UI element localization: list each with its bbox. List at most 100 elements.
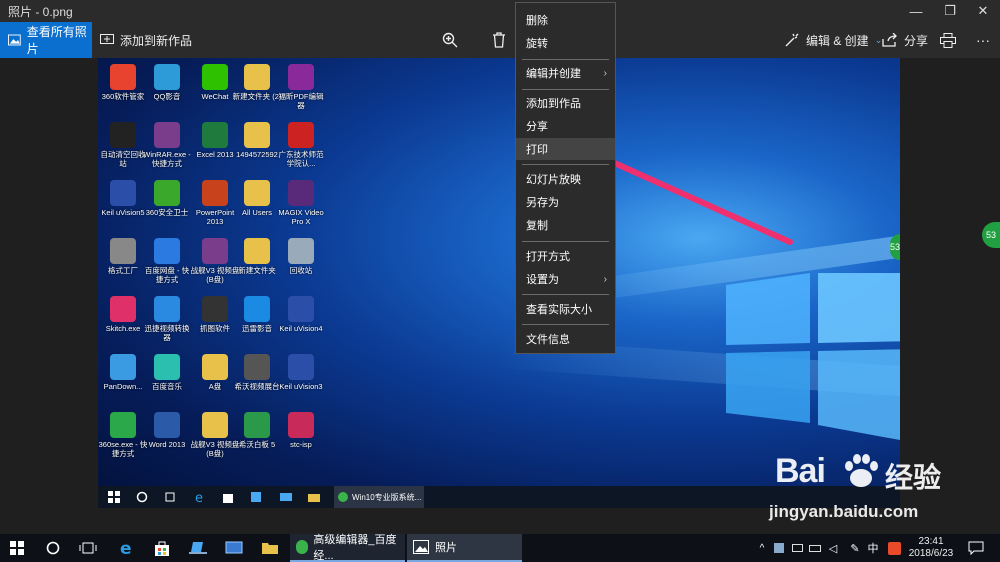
mail-taskbar-button[interactable] bbox=[224, 539, 244, 557]
edit-create-button[interactable]: 编辑 & 创建 ⌄ bbox=[784, 22, 882, 58]
action-center-button[interactable] bbox=[966, 539, 986, 557]
view-all-photos-button[interactable]: 查看所有照片 bbox=[0, 22, 92, 58]
add-to-album-button[interactable]: 添加到新作品 bbox=[100, 22, 192, 58]
photos-app-icon bbox=[413, 540, 429, 554]
desktop-icon: 回收站 bbox=[276, 238, 326, 294]
battery-icon[interactable] bbox=[808, 539, 822, 557]
tray-clock[interactable]: 23:41 2018/6/23 bbox=[907, 536, 955, 560]
taskbar-item-photos[interactable]: 照片 bbox=[407, 534, 522, 562]
float-badge-inner: 53 bbox=[890, 234, 900, 260]
desktop-icon-label: 新建文件夹 (2) bbox=[232, 92, 282, 101]
cortana-button[interactable] bbox=[44, 539, 62, 557]
menu-separator bbox=[522, 324, 609, 325]
app-icon bbox=[244, 180, 270, 206]
desktop-icon-label: 迅捷视频转换器 bbox=[144, 324, 190, 342]
taskbar: e 高级编辑器_百度经... 照片 ^ ◁ ✎ 中 23:41 2018/6/2… bbox=[0, 534, 1000, 562]
menu-item-edit-create[interactable]: 编辑并创建 › bbox=[516, 62, 615, 84]
menu-item-file-info[interactable]: 文件信息 bbox=[516, 328, 615, 350]
tray-app-icon[interactable] bbox=[772, 539, 786, 557]
taskbar-item-photos-label: 照片 bbox=[435, 542, 457, 554]
app-icon bbox=[110, 354, 136, 380]
delete-button[interactable] bbox=[492, 22, 512, 58]
menu-item-slideshow[interactable]: 幻灯片放映 bbox=[516, 168, 615, 190]
app-icon bbox=[244, 238, 270, 264]
svg-text:e: e bbox=[120, 539, 132, 557]
desktop-icon: 百度音乐 bbox=[142, 354, 192, 410]
desktop-icon: 360se.exe - 快捷方式 bbox=[98, 412, 148, 468]
more-options-button[interactable]: ··· bbox=[976, 22, 990, 58]
app-icon bbox=[154, 122, 180, 148]
desktop-icon: 360软件管家 bbox=[98, 64, 148, 120]
menu-item-copy[interactable]: 复制 bbox=[516, 214, 615, 236]
tray-chevron-up-icon[interactable]: ^ bbox=[756, 539, 768, 557]
desktop-icon-label: 希沃视频展台 bbox=[234, 382, 280, 391]
app-icon bbox=[244, 64, 270, 90]
windows-logo-image bbox=[726, 273, 900, 441]
menu-item-open-with[interactable]: 打开方式 bbox=[516, 245, 615, 267]
desktop-icon: 百度网盘 - 快捷方式 bbox=[142, 238, 192, 294]
share-button[interactable]: 分享 bbox=[882, 22, 928, 58]
desktop-icon: QQ影音 bbox=[142, 64, 192, 120]
explorer-taskbar-button[interactable] bbox=[260, 539, 280, 557]
app-icon bbox=[244, 412, 270, 438]
desktop-icon: Skitch.exe bbox=[98, 296, 148, 352]
windows-start-icon bbox=[108, 491, 120, 503]
app-icon bbox=[244, 354, 270, 380]
watermark-brand-cn: 经验 bbox=[885, 462, 942, 493]
desktop-icon: Keil uVision4 bbox=[276, 296, 326, 352]
minimize-button[interactable]: — bbox=[899, 0, 933, 22]
desktop-icon-label: 1494572592 bbox=[236, 150, 278, 159]
edit-wand-icon bbox=[785, 33, 799, 47]
chevron-right-icon: › bbox=[603, 273, 607, 285]
monitor-app-icon bbox=[225, 541, 243, 554]
desktop-icon: 希沃白板 5 bbox=[232, 412, 282, 468]
zoom-button[interactable] bbox=[442, 22, 464, 58]
menu-item-delete[interactable]: 删除 bbox=[516, 9, 615, 31]
task-view-button[interactable] bbox=[78, 539, 98, 557]
desktop-icon: 360安全卫士 bbox=[142, 180, 192, 236]
laptop-app-icon bbox=[189, 542, 207, 554]
close-button[interactable]: ✕ bbox=[966, 0, 1000, 22]
app-icon bbox=[202, 296, 228, 322]
store-taskbar-button[interactable] bbox=[152, 539, 172, 557]
edge-icon: e bbox=[120, 539, 132, 557]
sogou-ime-icon[interactable] bbox=[886, 539, 902, 557]
volume-icon[interactable]: ◁ bbox=[826, 539, 840, 557]
print-button[interactable] bbox=[940, 22, 962, 58]
menu-item-rotate[interactable]: 旋转 bbox=[516, 32, 615, 54]
pen-icon[interactable]: ✎ bbox=[848, 539, 862, 557]
maximize-button[interactable]: ❐ bbox=[933, 0, 967, 22]
desktop-icon-label: Keil uVision5 bbox=[101, 208, 145, 217]
app-icon bbox=[110, 122, 136, 148]
desktop-icon: stc-isp bbox=[276, 412, 326, 468]
app-icon bbox=[110, 296, 136, 322]
baidu-jingyan-watermark: Bai 经验 jingyan.baidu.com bbox=[769, 450, 1000, 530]
photo-canvas[interactable]: 360软件管家 QQ影音 WeChat 新建文件夹 (2) 福昕PDF编辑器 自动清空回收… bbox=[98, 58, 900, 508]
photo-icon bbox=[8, 34, 21, 46]
app-icon bbox=[110, 64, 136, 90]
menu-item-actual-size[interactable]: 查看实际大小 bbox=[516, 298, 615, 320]
desktop-icon: 福昕PDF编辑器 bbox=[276, 64, 326, 120]
desktop-icon: Word 2013 bbox=[142, 412, 192, 468]
desktop-icon-label: 360安全卫士 bbox=[145, 208, 189, 217]
desktop-icon-label: 福昕PDF编辑器 bbox=[278, 92, 324, 110]
app-icon bbox=[288, 64, 314, 90]
start-button[interactable] bbox=[8, 539, 26, 557]
network-icon[interactable] bbox=[790, 539, 804, 557]
taskbar-item-browser[interactable]: 高级编辑器_百度经... bbox=[290, 534, 405, 562]
menu-item-add-to-album[interactable]: 添加到作品 bbox=[516, 92, 615, 114]
desktop-icon: WinRAR.exe - 快捷方式 bbox=[142, 122, 192, 178]
app-icon bbox=[154, 354, 180, 380]
desktop-icon: MAGIX Video Pro X bbox=[276, 180, 326, 236]
float-badge[interactable]: 53 bbox=[982, 222, 1000, 248]
edge-taskbar-button[interactable]: e bbox=[117, 539, 137, 557]
menu-item-save-as[interactable]: 另存为 bbox=[516, 191, 615, 213]
app-taskbar-button[interactable] bbox=[188, 539, 208, 557]
ime-indicator[interactable]: 中 bbox=[866, 539, 880, 557]
desktop-icon-label: 希沃白板 5 bbox=[238, 440, 276, 449]
menu-item-print[interactable]: 打印 bbox=[516, 138, 615, 160]
app-icon bbox=[244, 122, 270, 148]
menu-item-share[interactable]: 分享 bbox=[516, 115, 615, 137]
menu-separator bbox=[522, 164, 609, 165]
menu-item-set-as[interactable]: 设置为 › bbox=[516, 268, 615, 290]
